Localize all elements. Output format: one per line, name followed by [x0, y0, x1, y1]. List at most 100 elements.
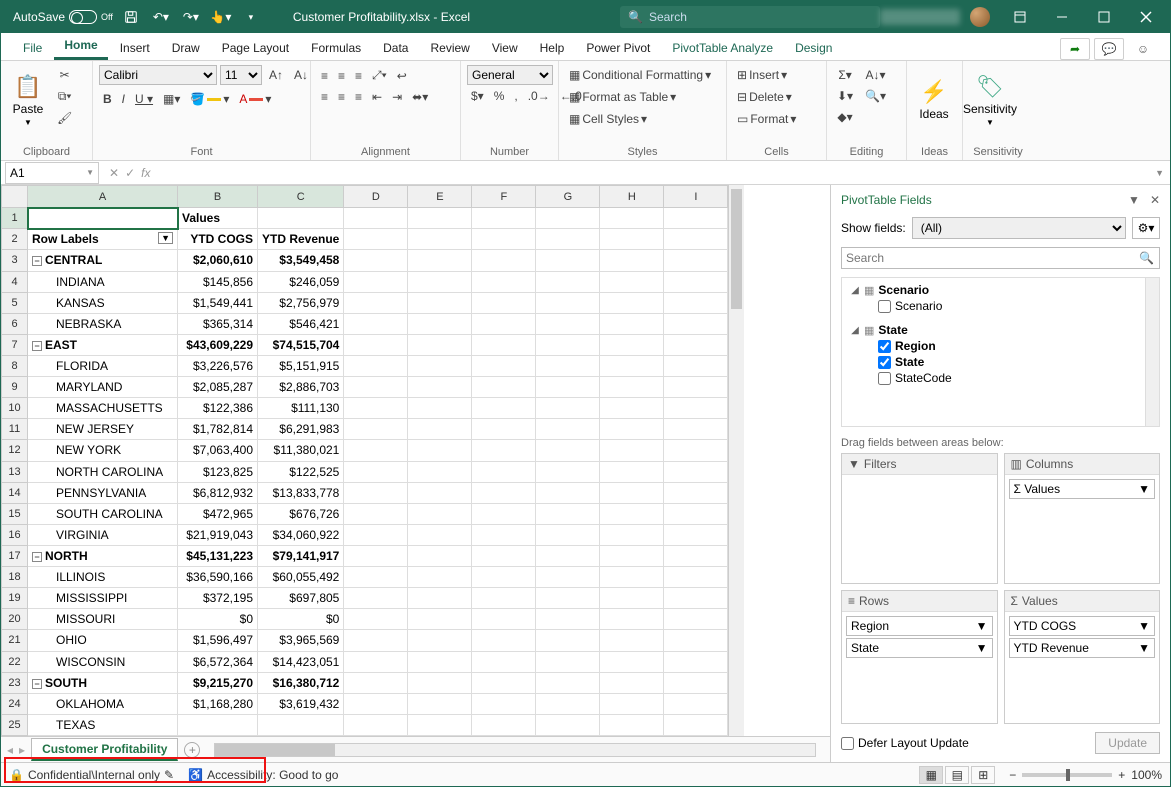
cell-A11[interactable]: NEW JERSEY [28, 419, 178, 440]
cell-C6[interactable]: $546,421 [258, 313, 344, 334]
cell-B4[interactable]: $145,856 [178, 271, 258, 292]
col-header-F[interactable]: F [472, 186, 536, 208]
cell-B23[interactable]: $9,215,270 [178, 672, 258, 693]
table-scenario[interactable]: Scenario [878, 283, 929, 297]
currency-icon[interactable]: $▾ [467, 86, 488, 106]
name-box[interactable]: A1▼ [5, 162, 99, 184]
close-icon[interactable] [1126, 1, 1166, 33]
cell-C16[interactable]: $34,060,922 [258, 524, 344, 545]
pane-dropdown-icon[interactable]: ▼ [1128, 193, 1140, 207]
row-header-14[interactable]: 14 [2, 482, 28, 503]
cell-A25[interactable]: TEXAS [28, 714, 178, 735]
tab-design[interactable]: Design [785, 37, 842, 60]
fx-icon[interactable]: fx [141, 166, 150, 180]
align-center-icon[interactable]: ≡ [334, 87, 349, 107]
col-header-C[interactable]: C [258, 186, 344, 208]
row-header-6[interactable]: 6 [2, 313, 28, 334]
cell-B21[interactable]: $1,596,497 [178, 630, 258, 651]
cell-C17[interactable]: $79,141,917 [258, 545, 344, 566]
table-state[interactable]: State [878, 323, 907, 337]
cell-A1[interactable] [28, 208, 178, 229]
cell-B7[interactable]: $43,609,229 [178, 334, 258, 355]
cell-C21[interactable]: $3,965,569 [258, 630, 344, 651]
col-header-G[interactable]: G [536, 186, 600, 208]
copy-icon[interactable]: ⧉▾ [53, 86, 76, 107]
tab-review[interactable]: Review [420, 37, 479, 60]
zoom-slider[interactable] [1022, 773, 1112, 777]
cell-A16[interactable]: VIRGINIA [28, 524, 178, 545]
italic-button[interactable]: I [118, 89, 129, 109]
row-header-24[interactable]: 24 [2, 693, 28, 714]
cell-A7[interactable]: −EAST [28, 334, 178, 355]
cell-A2[interactable]: Row Labels ▼ [28, 229, 178, 250]
tab-draw[interactable]: Draw [162, 37, 210, 60]
ideas-button[interactable]: ⚡Ideas [913, 65, 955, 135]
ribbon-display-icon[interactable] [1000, 1, 1040, 33]
cell-B17[interactable]: $45,131,223 [178, 545, 258, 566]
align-bottom-icon[interactable]: ≡ [351, 65, 366, 86]
cell-C8[interactable]: $5,151,915 [258, 355, 344, 376]
accessibility-status[interactable]: ♿Accessibility: Good to go [188, 768, 338, 782]
cell-C4[interactable]: $246,059 [258, 271, 344, 292]
row-header-21[interactable]: 21 [2, 630, 28, 651]
tab-page-layout[interactable]: Page Layout [212, 37, 299, 60]
col-header-E[interactable]: E [408, 186, 472, 208]
field-list[interactable]: ◢▦Scenario Scenario ◢▦State Region State… [841, 277, 1160, 427]
cell-B5[interactable]: $1,549,441 [178, 292, 258, 313]
format-as-table-button[interactable]: ▦ Format as Table ▾ [565, 87, 680, 107]
undo-icon[interactable]: ↶▾ [149, 5, 173, 29]
field-scenario[interactable]: Scenario [895, 299, 942, 313]
cell-A14[interactable]: PENNSYLVANIA [28, 482, 178, 503]
share-button[interactable]: ➦ [1060, 38, 1090, 60]
cell-C13[interactable]: $122,525 [258, 461, 344, 482]
cell-C24[interactable]: $3,619,432 [258, 693, 344, 714]
row-header-4[interactable]: 4 [2, 271, 28, 292]
align-top-icon[interactable]: ≡ [317, 65, 332, 86]
find-select-icon[interactable]: 🔍▾ [861, 86, 890, 106]
cell-A3[interactable]: −CENTRAL [28, 250, 178, 271]
comma-icon[interactable]: , [510, 86, 521, 106]
col-header-B[interactable]: B [178, 186, 258, 208]
defer-update-checkbox[interactable]: Defer Layout Update [841, 736, 969, 750]
format-painter-icon[interactable]: 🖌 [53, 108, 76, 128]
expand-formula-icon[interactable]: ▼ [1149, 168, 1170, 178]
merge-center-icon[interactable]: ⬌▾ [408, 87, 432, 107]
font-color-button[interactable]: A▾ [235, 89, 275, 109]
cell-B8[interactable]: $3,226,576 [178, 355, 258, 376]
cell-B9[interactable]: $2,085,287 [178, 377, 258, 398]
page-layout-view-icon[interactable]: ▤ [945, 766, 969, 784]
clear-icon[interactable]: ◆▾ [833, 107, 857, 127]
tab-formulas[interactable]: Formulas [301, 37, 371, 60]
cell-B2[interactable]: YTD COGS [178, 229, 258, 250]
cell-A24[interactable]: OKLAHOMA [28, 693, 178, 714]
area-filters[interactable]: ▼Filters [841, 453, 998, 584]
col-header-A[interactable]: A [28, 186, 178, 208]
autosum-icon[interactable]: Σ▾ [833, 65, 857, 85]
vertical-scrollbar[interactable] [728, 185, 744, 736]
cell-C7[interactable]: $74,515,704 [258, 334, 344, 355]
cancel-formula-icon[interactable]: ✕ [109, 166, 119, 180]
cell-A5[interactable]: KANSAS [28, 292, 178, 313]
row-header-23[interactable]: 23 [2, 672, 28, 693]
align-middle-icon[interactable]: ≡ [334, 65, 349, 86]
row-header-16[interactable]: 16 [2, 524, 28, 545]
cell-C23[interactable]: $16,380,712 [258, 672, 344, 693]
orientation-icon[interactable]: ⤢▾ [368, 65, 391, 86]
cell-A23[interactable]: −SOUTH [28, 672, 178, 693]
cell-B13[interactable]: $123,825 [178, 461, 258, 482]
col-header-I[interactable]: I [664, 186, 728, 208]
col-header-H[interactable]: H [600, 186, 664, 208]
cell-B24[interactable]: $1,168,280 [178, 693, 258, 714]
col-item-values[interactable]: Σ Values▼ [1009, 479, 1156, 499]
cell-A17[interactable]: −NORTH [28, 545, 178, 566]
formula-input[interactable] [160, 162, 1149, 184]
minimize-icon[interactable] [1042, 1, 1082, 33]
collapse-icon[interactable]: − [32, 552, 42, 562]
field-search-input[interactable] [841, 247, 1160, 269]
row-header-8[interactable]: 8 [2, 355, 28, 376]
avatar[interactable] [970, 7, 990, 27]
cell-styles-button[interactable]: ▦ Cell Styles ▾ [565, 109, 651, 129]
increase-decimal-icon[interactable]: .0→ [524, 86, 554, 106]
percent-icon[interactable]: % [490, 86, 509, 106]
zoom-in-icon[interactable]: + [1118, 768, 1125, 782]
